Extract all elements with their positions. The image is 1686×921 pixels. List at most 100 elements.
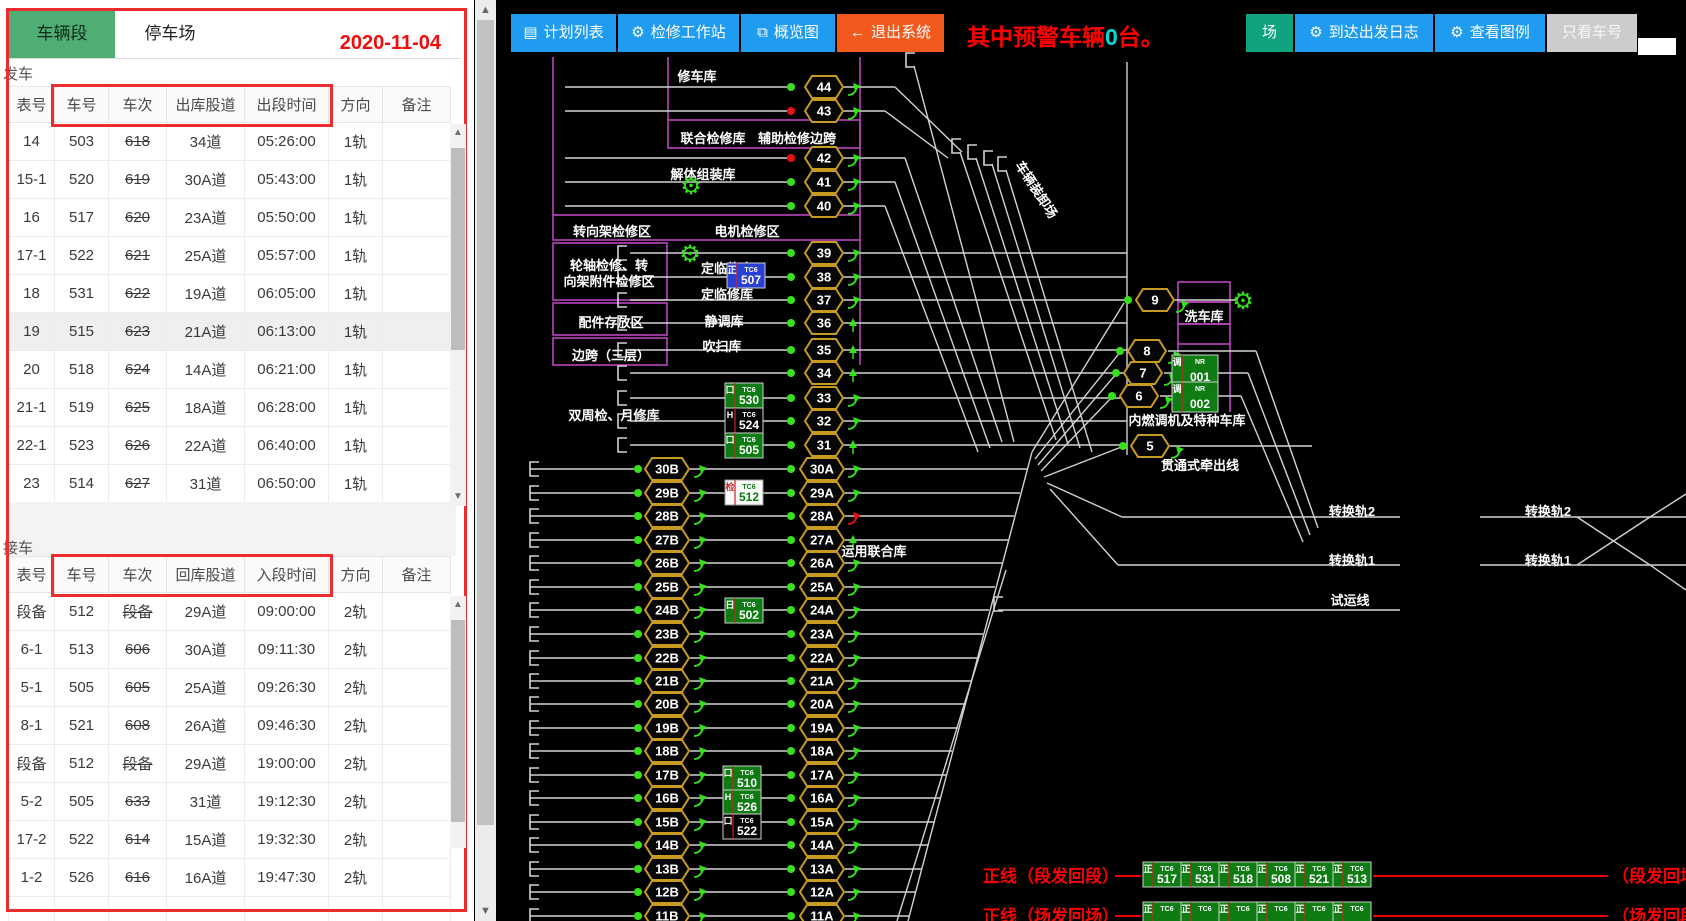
train-badge[interactable]: 调NR002 <box>1172 382 1218 412</box>
scroll-up-icon[interactable]: ▲ <box>450 598 466 612</box>
table-row[interactable]: 17-152262125A道05:57:001轨 <box>9 237 451 275</box>
track-badge[interactable]: 19B <box>645 717 689 739</box>
track-badge[interactable]: 24B <box>645 599 689 621</box>
track-badge[interactable]: 9 <box>1136 289 1174 311</box>
track-badge[interactable]: 31 <box>805 434 843 456</box>
track-badge[interactable]: 28B <box>645 505 689 527</box>
train-badge[interactable]: 调NR001 <box>1172 355 1218 385</box>
track-badge[interactable]: 18A <box>800 740 844 762</box>
table-row[interactable]: 1450361834道05:26:001轨 <box>9 123 451 161</box>
track-badge[interactable]: 11B <box>645 905 689 921</box>
track-badge[interactable]: 30B <box>645 458 689 480</box>
track-badge[interactable]: 18B <box>645 740 689 762</box>
track-badge[interactable]: 26B <box>645 552 689 574</box>
table-row[interactable]: 1-252661616A道19:47:302轨 <box>9 859 451 897</box>
toolbar-button[interactable]: ⚙检修工作站 <box>618 14 739 52</box>
show-car-number-checkbox[interactable] <box>1638 38 1676 55</box>
track-badge[interactable]: 30A <box>800 458 844 480</box>
track-badge[interactable]: 28A <box>800 505 844 527</box>
train-badge[interactable]: 检TC6512 <box>725 480 763 505</box>
track-badge[interactable]: 27B <box>645 529 689 551</box>
track-badge[interactable]: 29A <box>800 482 844 504</box>
track-badge[interactable]: 14B <box>645 834 689 856</box>
track-badge[interactable]: 23B <box>645 623 689 645</box>
scrollbar-thumb[interactable] <box>477 20 494 825</box>
track-badge[interactable]: 26A <box>800 552 844 574</box>
track-badge[interactable]: 23A <box>800 623 844 645</box>
track-badge[interactable]: 40 <box>805 195 843 217</box>
track-badge[interactable]: 19A <box>800 717 844 739</box>
scroll-down-icon[interactable]: ▼ <box>450 490 466 504</box>
table-row[interactable]: 2351462731道06:50:001轨 <box>9 465 451 503</box>
track-badge[interactable]: 22B <box>645 647 689 669</box>
train-badge[interactable]: 正TC6 <box>1143 902 1181 921</box>
departure-table-scrollbar[interactable]: ▲ ▼ <box>450 124 466 506</box>
train-badge[interactable]: HTC6524 <box>725 408 763 433</box>
track-badge[interactable]: 15A <box>800 811 844 833</box>
track-badge[interactable]: 33 <box>805 387 843 409</box>
track-badge[interactable]: 22A <box>800 647 844 669</box>
train-badge[interactable]: 正TC6 <box>1257 902 1295 921</box>
track-badge[interactable]: 5 <box>1131 435 1169 457</box>
track-badge[interactable]: 36 <box>805 312 843 334</box>
train-badge[interactable]: 日TC6502 <box>725 598 763 623</box>
tab-parking-lot[interactable]: 停车场 <box>115 10 225 58</box>
track-badge[interactable]: 42 <box>805 147 843 169</box>
table-row[interactable] <box>9 897 451 921</box>
track-badge[interactable]: 27A <box>800 529 844 551</box>
train-badge[interactable]: HTC6526 <box>723 790 761 815</box>
track-badge[interactable]: 8 <box>1128 340 1166 362</box>
toolbar-button[interactable]: ⧉概览图 <box>741 14 835 52</box>
train-badge[interactable]: 正TC6518 <box>1219 862 1257 887</box>
track-badge[interactable]: 16B <box>645 787 689 809</box>
train-badge[interactable]: 口TC6505 <box>725 433 763 458</box>
track-badge[interactable]: 39 <box>805 242 843 264</box>
train-badge[interactable]: 正TC6508 <box>1257 862 1295 887</box>
train-badge[interactable]: 正TC6531 <box>1181 862 1219 887</box>
train-badge[interactable]: 正TC6 <box>1181 902 1219 921</box>
scrollbar-thumb[interactable] <box>451 148 465 350</box>
track-badge[interactable]: 32 <box>805 410 843 432</box>
track-badge[interactable]: 16A <box>800 787 844 809</box>
train-badge[interactable]: 正TC6517 <box>1143 862 1181 887</box>
table-row[interactable]: 15-152061930A道05:43:001轨 <box>9 161 451 199</box>
track-badge[interactable]: 6 <box>1120 385 1158 407</box>
table-row[interactable]: 5-250563331道19:12:302轨 <box>9 783 451 821</box>
scroll-down-icon[interactable]: ▼ <box>475 905 496 917</box>
arrival-table-scrollbar[interactable]: ▲ <box>450 596 466 848</box>
track-badge[interactable]: 20A <box>800 693 844 715</box>
track-badge[interactable]: 29B <box>645 482 689 504</box>
scrollbar-thumb[interactable] <box>451 620 465 822</box>
toolbar-button[interactable]: ⚙查看图例 <box>1435 14 1545 52</box>
track-badge[interactable]: 25B <box>645 576 689 598</box>
track-badge[interactable]: 12B <box>645 881 689 903</box>
track-badge[interactable]: 15B <box>645 811 689 833</box>
track-badge[interactable]: 17A <box>800 764 844 786</box>
toolbar-button[interactable]: 只看车号 <box>1547 14 1637 52</box>
table-row[interactable]: 22-152362622A道06:40:001轨 <box>9 427 451 465</box>
tab-vehicle-depot[interactable]: 车辆段 <box>9 10 115 58</box>
track-badge[interactable]: 14A <box>800 834 844 856</box>
track-badge[interactable]: 13A <box>800 858 844 880</box>
table-row[interactable]: 1651762023A道05:50:001轨 <box>9 199 451 237</box>
scroll-up-icon[interactable]: ▲ <box>475 4 496 16</box>
train-badge[interactable]: 正TC6 <box>1219 902 1257 921</box>
track-badge[interactable]: 21B <box>645 670 689 692</box>
track-badge[interactable]: 11A <box>800 905 844 921</box>
table-row[interactable]: 段备512段备29A道19:00:002轨 <box>9 745 451 783</box>
table-row[interactable]: 1951562321A道06:13:001轨 <box>9 313 451 351</box>
table-row[interactable]: 8-152160826A道09:46:302轨 <box>9 707 451 745</box>
train-badge[interactable]: 正TC6 <box>1295 902 1333 921</box>
track-badge[interactable]: 41 <box>805 171 843 193</box>
train-badge[interactable]: 口TC6530 <box>725 383 763 408</box>
scroll-up-icon[interactable]: ▲ <box>450 126 466 140</box>
track-badge[interactable]: 12A <box>800 881 844 903</box>
track-badge[interactable]: 21A <box>800 670 844 692</box>
track-badge[interactable]: 20B <box>645 693 689 715</box>
table-row[interactable]: 6-151360630A道09:11:302轨 <box>9 631 451 669</box>
track-badge[interactable]: 38 <box>805 266 843 288</box>
table-row[interactable]: 17-252261415A道19:32:302轨 <box>9 821 451 859</box>
page-scrollbar[interactable]: ▲ ▼ <box>475 0 496 921</box>
table-row[interactable]: 段备512段备29A道09:00:002轨 <box>9 593 451 631</box>
toolbar-button[interactable]: 场 <box>1246 14 1293 52</box>
